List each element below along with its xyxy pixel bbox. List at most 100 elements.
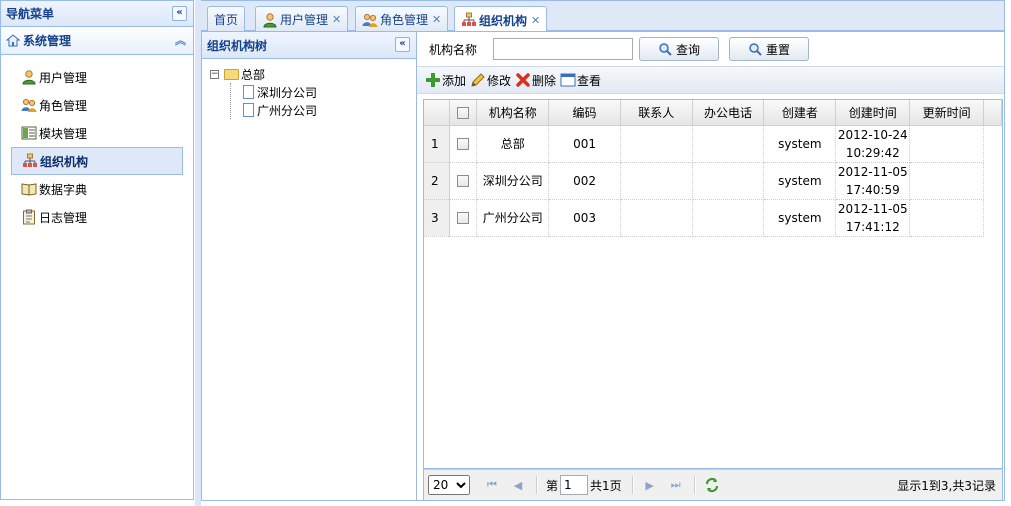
home-icon bbox=[6, 34, 20, 47]
tree-node-label: 总部 bbox=[241, 67, 266, 82]
chevron-up-icon[interactable]: ︽ bbox=[175, 32, 186, 48]
org-name-input[interactable] bbox=[493, 38, 634, 60]
col-header-phone[interactable]: 办公电话 bbox=[692, 100, 765, 126]
row-checkbox[interactable] bbox=[457, 138, 470, 150]
row-select-cell bbox=[449, 125, 478, 163]
user-icon bbox=[21, 69, 37, 85]
collapse-tree-icon[interactable]: « bbox=[395, 37, 410, 52]
nav-item-dictionary[interactable]: 数据字典 bbox=[11, 175, 183, 203]
document-icon bbox=[243, 103, 254, 117]
cell-updated bbox=[909, 199, 984, 237]
collapse-nav-icon[interactable]: « bbox=[172, 6, 187, 21]
pagination-bar: 20 ⏮ ◀ 第 共1页 ▶ ⏭ 显示1到3,共3记录 bbox=[423, 469, 1003, 501]
reset-button[interactable]: 重置 bbox=[729, 37, 810, 61]
nav-item-label: 用户管理 bbox=[39, 70, 88, 85]
cell-creator: system bbox=[763, 199, 837, 237]
row-select-cell bbox=[449, 199, 478, 237]
nav-item-label: 日志管理 bbox=[39, 210, 88, 225]
col-header-name[interactable]: 机构名称 bbox=[476, 100, 550, 126]
table-row[interactable]: 1 总部 001 system 2012-10-24 10:29:42 bbox=[424, 125, 1002, 163]
created-date: 2012-10-24 bbox=[837, 127, 908, 142]
cell-name: 深圳分公司 bbox=[476, 162, 550, 200]
close-tab-icon[interactable]: ✕ bbox=[332, 13, 341, 26]
cell-phone bbox=[692, 162, 765, 200]
record-info: 显示1到3,共3记录 bbox=[897, 478, 996, 493]
row-number: 2 bbox=[424, 162, 451, 200]
tab-roles[interactable]: 角色管理 ✕ bbox=[355, 6, 449, 32]
tree-node-shenzhen[interactable]: 深圳分公司 bbox=[243, 83, 416, 101]
nav-item-label: 组织机构 bbox=[40, 154, 89, 169]
tree-node-root[interactable]: − 总部 bbox=[210, 65, 416, 83]
query-label: 查询 bbox=[676, 42, 701, 57]
tab-users[interactable]: 用户管理 ✕ bbox=[255, 6, 349, 32]
nav-item-users[interactable]: 用户管理 bbox=[11, 63, 183, 91]
col-header-creator[interactable]: 创建者 bbox=[763, 100, 837, 126]
refresh-icon[interactable] bbox=[704, 477, 720, 493]
created-date: 2012-11-05 bbox=[837, 201, 908, 216]
header-scroll-spacer bbox=[983, 100, 1003, 126]
tab-label: 角色管理 bbox=[380, 13, 429, 27]
tree-node-label: 广州分公司 bbox=[257, 103, 318, 118]
nav-item-label: 角色管理 bbox=[39, 98, 88, 113]
table-row[interactable]: 3 广州分公司 003 system 2012-11-05 17:41:12 bbox=[424, 199, 1002, 237]
collapse-node-icon[interactable]: − bbox=[210, 69, 219, 79]
prev-page-icon[interactable]: ◀ bbox=[510, 477, 526, 493]
cell-contact bbox=[620, 125, 693, 163]
tab-label: 用户管理 bbox=[280, 13, 329, 27]
reset-label: 重置 bbox=[766, 42, 791, 57]
tab-org[interactable]: 组织机构 ✕ bbox=[454, 6, 548, 33]
users-group-icon bbox=[21, 97, 37, 113]
clipboard-icon bbox=[21, 209, 37, 225]
close-tab-icon[interactable]: ✕ bbox=[432, 13, 441, 26]
row-number: 1 bbox=[424, 125, 451, 163]
pager-separator bbox=[536, 476, 538, 494]
select-all-checkbox[interactable] bbox=[457, 106, 470, 119]
cell-code: 001 bbox=[548, 125, 621, 163]
tree-node-guangzhou[interactable]: 广州分公司 bbox=[243, 101, 416, 119]
search-icon bbox=[748, 42, 762, 56]
nav-section-system[interactable]: 系统管理 ︽ bbox=[1, 27, 193, 55]
view-label: 查看 bbox=[577, 73, 602, 88]
row-number-header bbox=[424, 100, 451, 126]
view-button[interactable]: 查看 bbox=[560, 72, 601, 89]
col-header-contact[interactable]: 联系人 bbox=[620, 100, 693, 126]
created-time: 17:40:59 bbox=[845, 182, 900, 197]
org-chart-icon bbox=[461, 12, 477, 28]
table-row[interactable]: 2 深圳分公司 002 system 2012-11-05 17:40:59 bbox=[424, 162, 1002, 200]
nav-item-roles[interactable]: 角色管理 bbox=[11, 91, 183, 119]
nav-section-label: 系统管理 bbox=[23, 34, 72, 48]
delete-label: 删除 bbox=[532, 73, 557, 88]
query-button[interactable]: 查询 bbox=[639, 37, 720, 61]
cell-name: 总部 bbox=[476, 125, 550, 163]
edit-button[interactable]: 修改 bbox=[470, 72, 511, 89]
add-button[interactable]: 添加 bbox=[425, 72, 466, 89]
cell-updated bbox=[909, 125, 984, 163]
nav-item-logs[interactable]: 日志管理 bbox=[11, 203, 183, 231]
first-page-icon[interactable]: ⏮ bbox=[484, 477, 500, 493]
search-icon bbox=[658, 42, 672, 56]
nav-item-modules[interactable]: 模块管理 bbox=[11, 119, 183, 147]
org-tree-panel: 组织机构树 « − 总部 深圳分公司 广州分公司 bbox=[201, 31, 417, 501]
cell-created: 2012-11-05 17:40:59 bbox=[835, 162, 911, 200]
row-checkbox[interactable] bbox=[457, 212, 470, 224]
pager-separator bbox=[631, 476, 634, 494]
page-size-select[interactable]: 20 bbox=[428, 475, 470, 495]
page-number-input[interactable] bbox=[560, 475, 589, 495]
col-header-code[interactable]: 编码 bbox=[548, 100, 621, 126]
nav-item-label: 模块管理 bbox=[39, 126, 88, 141]
nav-item-label: 数据字典 bbox=[39, 182, 88, 197]
nav-item-org[interactable]: 组织机构 bbox=[11, 147, 183, 175]
tree-node-label: 深圳分公司 bbox=[257, 85, 318, 100]
col-header-updated[interactable]: 更新时间 bbox=[909, 100, 984, 126]
delete-button[interactable]: 删除 bbox=[515, 72, 556, 89]
next-page-icon[interactable]: ▶ bbox=[642, 477, 658, 493]
col-header-created[interactable]: 创建时间 bbox=[835, 100, 911, 126]
row-spacer bbox=[983, 162, 1001, 199]
book-icon bbox=[21, 181, 37, 197]
cell-code: 003 bbox=[548, 199, 621, 237]
tab-home[interactable]: 首页 bbox=[207, 6, 246, 32]
close-tab-icon[interactable]: ✕ bbox=[531, 14, 540, 27]
last-page-icon[interactable]: ⏭ bbox=[668, 477, 684, 493]
folder-icon bbox=[224, 68, 239, 80]
row-checkbox[interactable] bbox=[457, 175, 470, 187]
